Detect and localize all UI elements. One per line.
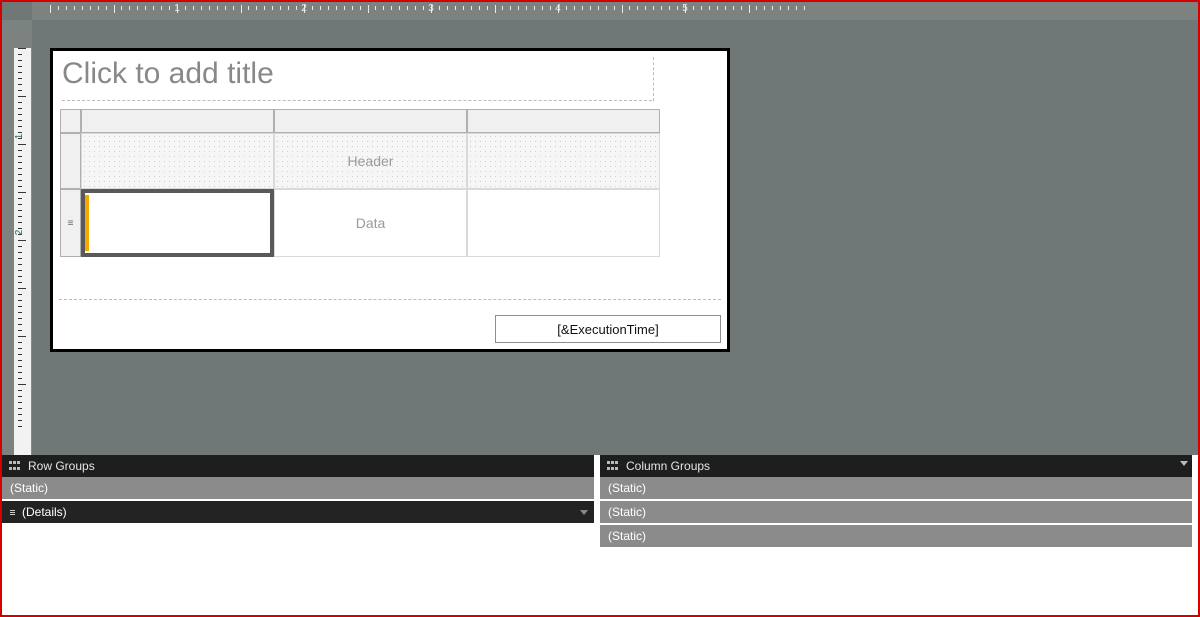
row-groups-title: Row Groups (28, 459, 95, 473)
tablix-data-cell[interactable]: Data (274, 189, 467, 257)
row-group-item-label: (Static) (10, 481, 48, 495)
column-groups-header[interactable]: Column Groups (600, 455, 1192, 477)
row-groups-blank (2, 525, 594, 615)
column-groups-icon (606, 461, 620, 472)
horizontal-ruler[interactable]: 12345 (32, 2, 1198, 20)
tablix-data-cell[interactable] (467, 189, 660, 257)
column-group-item[interactable]: (Static) (600, 477, 1192, 501)
tablix-row-handle[interactable] (60, 133, 81, 189)
tablix-header-cell[interactable] (81, 133, 274, 189)
column-group-item[interactable]: (Static) (600, 525, 1192, 549)
row-group-item[interactable]: (Static) (2, 477, 594, 501)
design-surface[interactable]: 12345 12 Click to add title (2, 2, 1198, 455)
tablix-row-handle-details[interactable]: ≡ (60, 189, 81, 257)
tablix-header-cell[interactable]: Header (274, 133, 467, 189)
row-group-item-label: (Details) (22, 505, 67, 519)
row-groups-pane: Row Groups (Static) (Details) (2, 455, 600, 615)
column-group-item-label: (Static) (608, 505, 646, 519)
column-groups-blank (600, 549, 1192, 615)
column-group-item[interactable]: (Static) (600, 501, 1192, 525)
vertical-ruler[interactable]: 12 (2, 20, 32, 455)
row-groups-header[interactable]: Row Groups (2, 455, 594, 477)
chevron-down-icon[interactable] (580, 510, 588, 515)
title-right-divider (653, 57, 654, 101)
column-group-item-label: (Static) (608, 481, 646, 495)
tablix-data-cell-selected[interactable] (81, 189, 274, 257)
row-groups-icon (8, 461, 22, 472)
tablix-header-cell[interactable] (467, 133, 660, 189)
report-page[interactable]: Click to add title Header (50, 48, 730, 352)
tablix-column-handle[interactable] (274, 109, 467, 133)
app-frame: 12345 12 Click to add title (0, 0, 1200, 617)
details-row-handle-icon (10, 510, 18, 515)
column-groups-pane: Column Groups (Static) (Static) (Static) (600, 455, 1198, 615)
tablix[interactable]: Header ≡ Data (60, 109, 674, 257)
tablix-column-handle[interactable] (81, 109, 274, 133)
report-title-placeholder[interactable]: Click to add title (62, 57, 652, 101)
column-groups-title: Column Groups (626, 459, 710, 473)
grouping-panel: Row Groups (Static) (Details) Column Gro… (2, 455, 1198, 615)
tablix-corner-handle[interactable] (60, 109, 81, 133)
tablix-column-handle[interactable] (467, 109, 660, 133)
grouping-panel-menu-icon[interactable] (1180, 461, 1188, 466)
page-footer-divider (59, 299, 721, 300)
footer-execution-time[interactable]: [&ExecutionTime] (495, 315, 721, 343)
row-group-item-selected[interactable]: (Details) (2, 501, 594, 525)
column-group-item-label: (Static) (608, 529, 646, 543)
